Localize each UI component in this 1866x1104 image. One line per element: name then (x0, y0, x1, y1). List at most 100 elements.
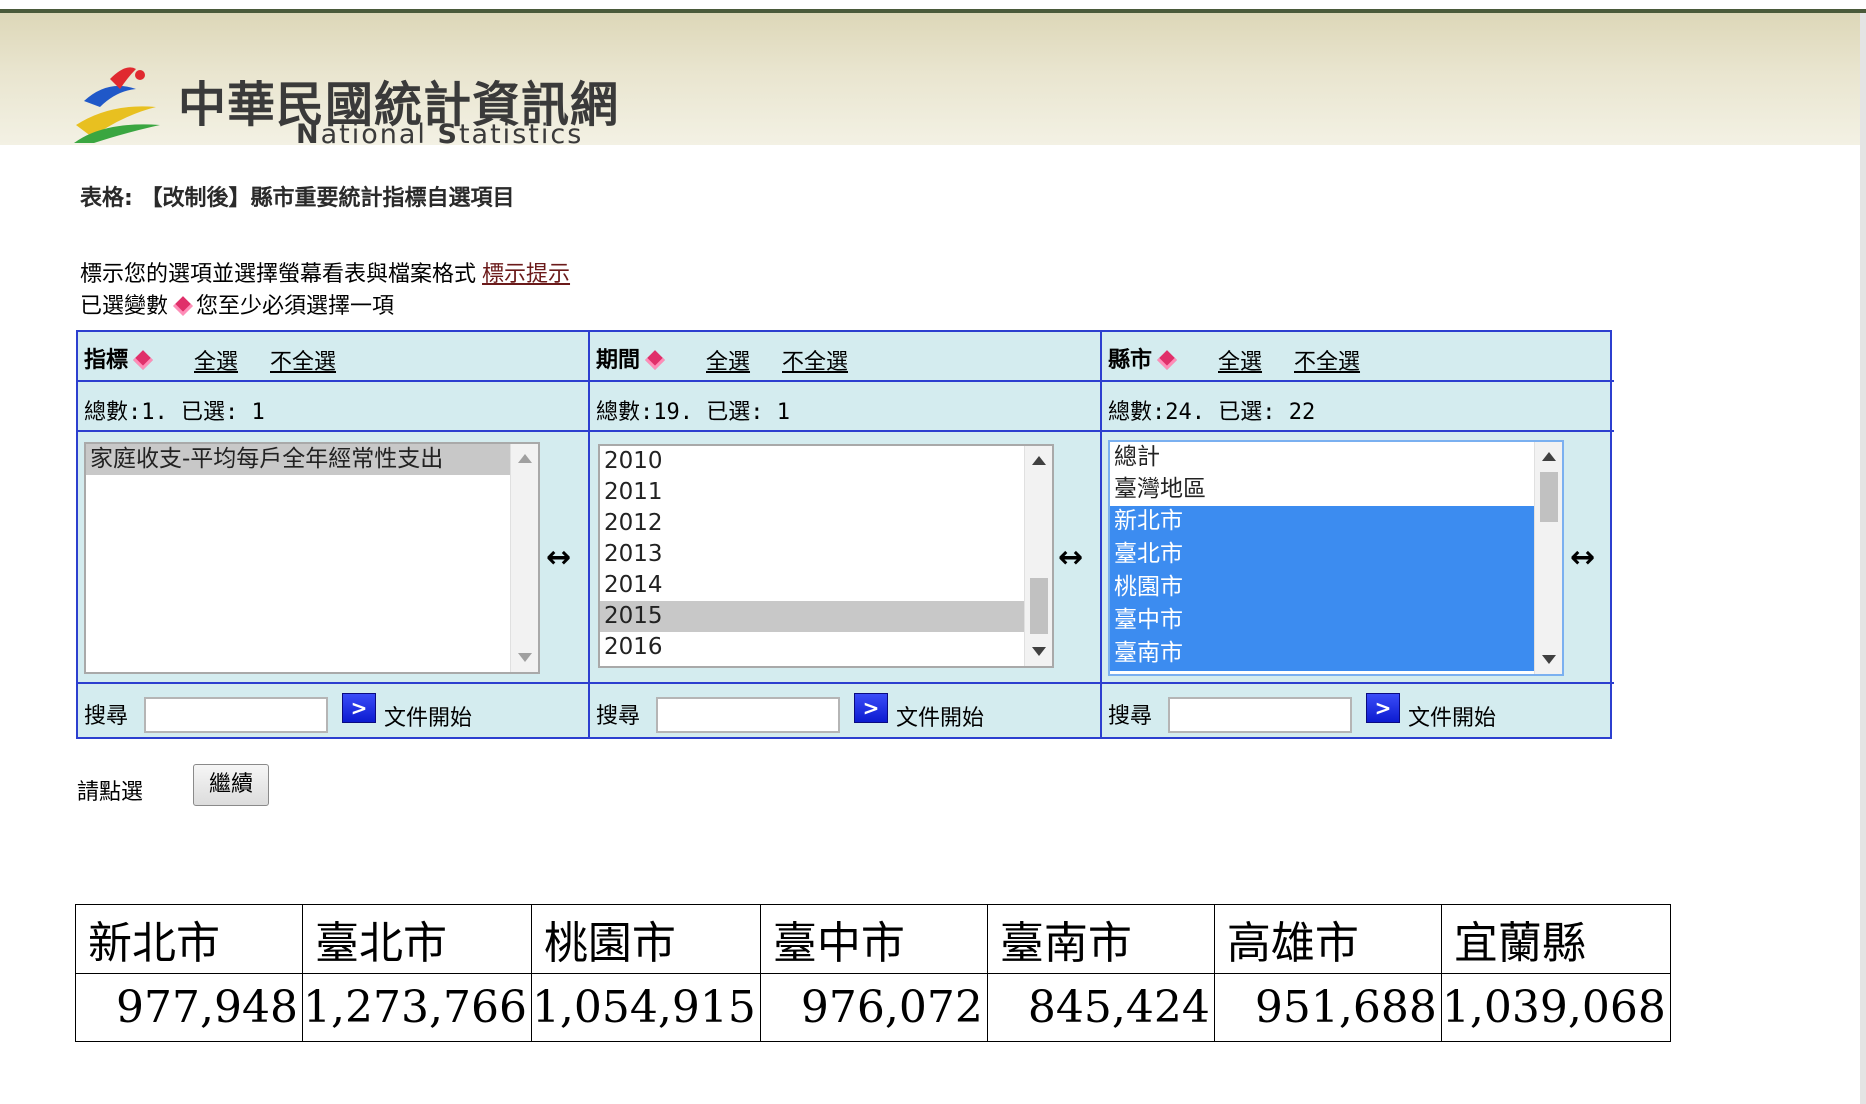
list-item[interactable]: 臺中市 (1110, 605, 1562, 638)
site-header: 中華民國統計資訊網 National Statistics (0, 13, 1866, 1104)
top-border (0, 0, 1866, 13)
result-header-cell: 宜蘭縣 (1440, 904, 1671, 974)
county-deselect-all-link[interactable]: 不全選 (1294, 344, 1360, 376)
national-statistics-logo-icon (74, 67, 160, 143)
period-column: 期間 全選 不全選 總數:19. 已選: 1 2010 2011 2012 20… (590, 332, 1102, 737)
result-value-cell: 1,273,766 (302, 973, 532, 1042)
county-search-button[interactable]: > (1366, 693, 1400, 723)
county-listbox[interactable]: 總計 臺灣地區 新北市 臺北市 桃園市 臺中市 臺南市 (1108, 440, 1564, 676)
list-item[interactable]: 臺南市 (1110, 638, 1562, 671)
search-label: 搜尋 (84, 704, 129, 729)
result-value-cell: 951,688 (1213, 973, 1442, 1042)
page-title: 表格: 【改制後】縣市重要統計指標自選項目 (80, 186, 515, 211)
site-title-en: National Statistics (296, 119, 584, 150)
indicator-count-row: 總數:1. 已選: 1 (78, 382, 588, 432)
indicator-listbox[interactable]: 家庭收支-平均每戶全年經常性支出 (84, 442, 540, 674)
scroll-down-icon[interactable] (1032, 647, 1046, 656)
indicator-column: 指標 全選 不全選 總數:1. 已選: 1 家庭收支-平均每戶全年經常性支出 ↔… (78, 332, 590, 737)
indicator-search-row: 搜尋 > 文件開始 (78, 684, 588, 737)
list-item[interactable]: 2011 (600, 477, 1052, 508)
search-label: 搜尋 (596, 704, 641, 729)
indicator-deselect-all-link[interactable]: 不全選 (270, 344, 336, 376)
indicator-label: 指標 (84, 342, 156, 374)
county-label: 縣市 (1108, 342, 1180, 374)
result-value-cell: 976,072 (759, 973, 988, 1042)
hint-link[interactable]: 標示提示 (482, 262, 570, 287)
indicator-search-input[interactable] (144, 697, 328, 733)
result-value-cell: 977,948 (75, 973, 303, 1042)
period-count: 總數:19. 已選: 1 (596, 400, 790, 425)
scrollbar-thumb[interactable] (1540, 472, 1558, 522)
county-scrollbar[interactable] (1534, 442, 1562, 674)
required-diamond-icon (133, 349, 153, 370)
doc-start-label: 文件開始 (1408, 706, 1497, 731)
list-item[interactable]: 新北市 (1110, 506, 1562, 539)
doc-start-label: 文件開始 (896, 706, 985, 731)
continue-button[interactable]: 繼續 (193, 764, 269, 806)
scroll-down-icon[interactable] (1542, 655, 1556, 664)
list-item[interactable]: 家庭收支-平均每戶全年經常性支出 (86, 444, 538, 475)
right-edge-shadow (1860, 13, 1866, 1104)
list-item[interactable]: 2014 (600, 570, 1052, 601)
scrollbar-thumb[interactable] (1030, 578, 1048, 634)
county-search-row: 搜尋 > 文件開始 (1102, 684, 1614, 737)
scroll-up-icon[interactable] (518, 454, 532, 463)
period-listbox[interactable]: 2010 2011 2012 2013 2014 2015 2016 (598, 444, 1054, 668)
period-list-row: 2010 2011 2012 2013 2014 2015 2016 ↔ (590, 432, 1100, 684)
list-item[interactable]: 2016 (600, 632, 1052, 663)
result-header-cell: 高雄市 (1213, 904, 1442, 974)
required-note-line: 已選變數 您至少必須選擇一項 (80, 294, 395, 319)
county-count: 總數:24. 已選: 22 (1108, 400, 1316, 425)
result-header-cell: 新北市 (75, 904, 303, 974)
result-value-cell: 845,424 (986, 973, 1215, 1042)
swap-arrows-icon[interactable]: ↔ (546, 540, 571, 575)
swap-arrows-icon[interactable]: ↔ (1058, 540, 1083, 575)
indicator-search-button[interactable]: > (342, 693, 376, 723)
list-item[interactable]: 2015 (600, 601, 1052, 632)
indicator-list-row: 家庭收支-平均每戶全年經常性支出 ↔ (78, 432, 588, 684)
county-header: 縣市 全選 不全選 (1102, 332, 1614, 382)
instruction-line: 標示您的選項並選擇螢幕看表與檔案格式 標示提示 (80, 262, 571, 287)
indicator-count: 總數:1. 已選: 1 (84, 400, 265, 425)
county-select-all-link[interactable]: 全選 (1218, 344, 1262, 376)
result-value-row: 977,948 1,273,766 1,054,915 976,072 845,… (75, 973, 1671, 1042)
county-list-row: 總計 臺灣地區 新北市 臺北市 桃園市 臺中市 臺南市 ↔ (1102, 432, 1614, 684)
list-item[interactable]: 總計 (1110, 442, 1562, 474)
indicator-scrollbar[interactable] (510, 444, 538, 672)
period-count-row: 總數:19. 已選: 1 (590, 382, 1100, 432)
county-column: 縣市 全選 不全選 總數:24. 已選: 22 總計 臺灣地區 新北市 臺北市 … (1102, 332, 1614, 737)
required-diamond-icon (645, 349, 665, 370)
scroll-up-icon[interactable] (1542, 452, 1556, 461)
result-header-cell: 臺北市 (302, 904, 532, 974)
variable-selector: 指標 全選 不全選 總數:1. 已選: 1 家庭收支-平均每戶全年經常性支出 ↔… (76, 330, 1614, 739)
list-item[interactable]: 2012 (600, 508, 1052, 539)
period-header: 期間 全選 不全選 (590, 332, 1100, 382)
indicator-header: 指標 全選 不全選 (78, 332, 588, 382)
period-search-input[interactable] (656, 697, 840, 733)
period-select-all-link[interactable]: 全選 (706, 344, 750, 376)
continue-prompt: 請點選 (77, 780, 144, 805)
swap-arrows-icon[interactable]: ↔ (1570, 540, 1595, 575)
list-item[interactable]: 臺灣地區 (1110, 474, 1562, 506)
required-diamond-icon (1157, 349, 1177, 370)
result-table: 新北市 臺北市 桃園市 臺中市 臺南市 高雄市 宜蘭縣 977,948 1,27… (75, 904, 1671, 1042)
period-deselect-all-link[interactable]: 不全選 (782, 344, 848, 376)
indicator-select-all-link[interactable]: 全選 (194, 344, 238, 376)
list-item[interactable]: 桃園市 (1110, 572, 1562, 605)
county-search-input[interactable] (1168, 697, 1352, 733)
result-header-cell: 臺南市 (986, 904, 1215, 974)
scroll-down-icon[interactable] (518, 653, 532, 662)
county-count-row: 總數:24. 已選: 22 (1102, 382, 1614, 432)
list-item[interactable]: 2010 (600, 446, 1052, 477)
result-value-cell: 1,054,915 (530, 973, 761, 1042)
list-item[interactable]: 臺北市 (1110, 539, 1562, 572)
required-diamond-icon (173, 295, 193, 316)
period-search-row: 搜尋 > 文件開始 (590, 684, 1100, 737)
period-search-button[interactable]: > (854, 693, 888, 723)
scroll-up-icon[interactable] (1032, 456, 1046, 465)
list-item[interactable]: 2013 (600, 539, 1052, 570)
result-value-cell: 1,039,068 (1440, 973, 1671, 1042)
doc-start-label: 文件開始 (384, 706, 473, 731)
result-header-cell: 桃園市 (530, 904, 761, 974)
period-scrollbar[interactable] (1024, 446, 1052, 666)
